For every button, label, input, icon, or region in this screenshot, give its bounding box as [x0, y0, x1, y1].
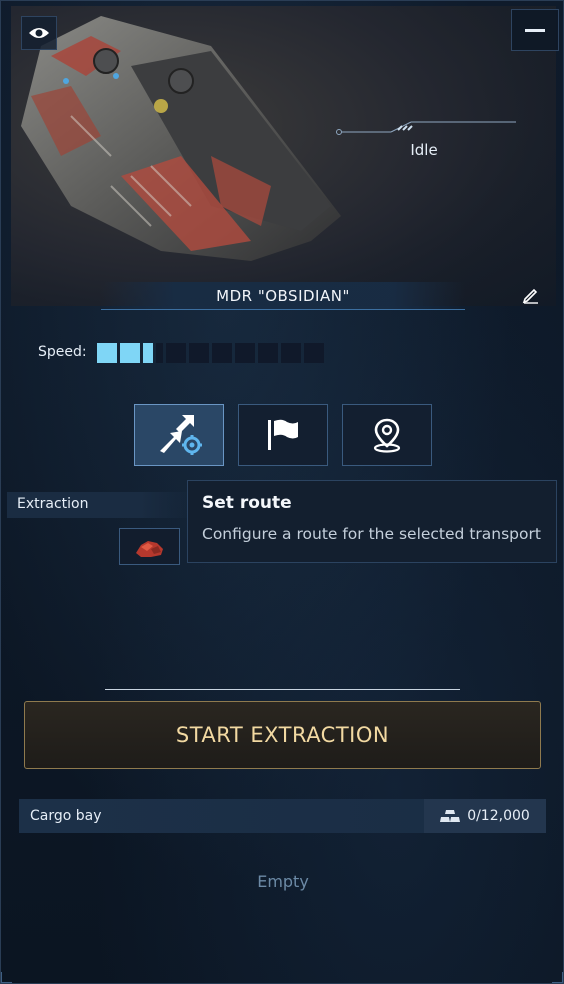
cargo-label: Cargo bay: [30, 808, 102, 824]
tooltip: Set route Configure a route for the sele…: [187, 480, 557, 563]
view-toggle-button[interactable]: [21, 16, 57, 50]
ship-status: Idle: [410, 141, 438, 159]
speed-bar: [97, 343, 324, 363]
divider: [105, 689, 460, 690]
cargo-empty-text: Empty: [257, 872, 309, 891]
minus-icon: [525, 28, 545, 32]
location-button[interactable]: [342, 404, 432, 466]
action-buttons: [134, 404, 432, 466]
speed-segment: [235, 343, 255, 363]
speed-segment: [189, 343, 209, 363]
corner-decoration: [552, 972, 563, 983]
minimize-button[interactable]: [511, 9, 559, 51]
tooltip-title: Set route: [202, 493, 292, 513]
speed-segment: [166, 343, 186, 363]
speed-segment: [156, 343, 163, 363]
resource-slot[interactable]: [119, 528, 180, 565]
speed-segment: [143, 343, 153, 363]
edit-pencil-icon[interactable]: [522, 286, 540, 304]
speed-label: Speed:: [38, 344, 87, 360]
map-pin-icon: [373, 418, 401, 453]
speed-segment: [97, 343, 117, 363]
cargo-bay-bar: Cargo bay 0/12,000: [19, 799, 546, 833]
eye-icon: [29, 28, 49, 38]
status-indicator-line: [336, 121, 516, 135]
ship-image: Idle: [11, 6, 556, 306]
flag-icon: [268, 419, 298, 450]
start-extraction-button[interactable]: START EXTRACTION: [24, 701, 541, 769]
corner-decoration: [1, 972, 12, 983]
speed-segment: [281, 343, 301, 363]
cargo-capacity-value: 0/12,000: [467, 808, 530, 824]
ship-panel: Idle MDR "OBSIDIAN" Speed: Extraction Se…: [0, 0, 564, 984]
speed-segment: [258, 343, 278, 363]
tooltip-description: Configure a route for the selected trans…: [202, 525, 541, 543]
speed-segment: [120, 343, 140, 363]
set-route-button[interactable]: [134, 404, 224, 466]
cargo-ingots-icon: [440, 810, 461, 822]
ship-render: [11, 6, 556, 306]
route-gear-icon: [160, 415, 202, 455]
speed-segment: [212, 343, 232, 363]
cargo-capacity: 0/12,000: [424, 799, 546, 833]
speed-segment: [304, 343, 324, 363]
ore-icon: [135, 540, 163, 557]
ship-name: MDR "OBSIDIAN": [101, 282, 465, 310]
extraction-label: Extraction: [7, 492, 197, 518]
flag-button[interactable]: [238, 404, 328, 466]
